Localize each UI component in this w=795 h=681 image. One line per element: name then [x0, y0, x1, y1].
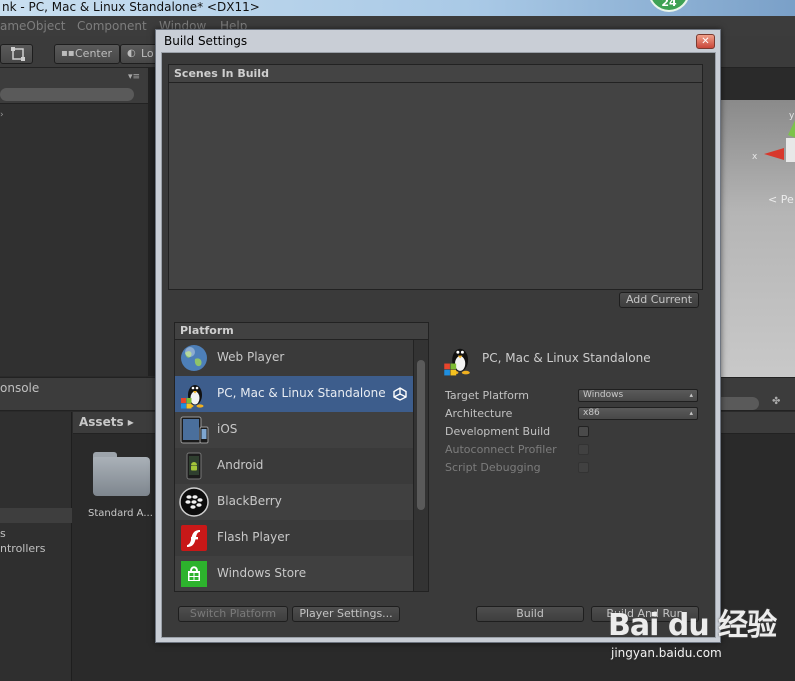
development-build-checkbox[interactable]	[578, 426, 589, 437]
platform-item-blackberry[interactable]: BlackBerry	[175, 484, 413, 520]
hierarchy-search-input[interactable]	[0, 88, 134, 101]
folder-icon[interactable]	[93, 452, 150, 496]
watermark-url: jingyan.baidu.com	[611, 646, 722, 660]
svg-text:x: x	[752, 152, 758, 162]
platform-header: Platform	[174, 322, 429, 339]
watermark-brand: Bai du 经验	[608, 608, 777, 643]
switch-platform-button: Switch Platform	[178, 606, 288, 622]
hierarchy-menu-icon[interactable]: ▾≡	[128, 72, 140, 82]
pivot-label: Center	[75, 47, 113, 60]
project-filter-icon[interactable]: ✤	[772, 396, 780, 407]
platform-label: Windows Store	[217, 566, 307, 580]
scrollbar-thumb[interactable]	[417, 360, 425, 510]
platform-list-scrollbar[interactable]	[414, 339, 429, 592]
flash-icon	[181, 525, 207, 551]
project-tree-item[interactable]: s	[0, 527, 6, 540]
project-tree-item-controllers[interactable]: ntrollers	[0, 542, 45, 555]
rotation-label: Lo	[141, 47, 154, 60]
architecture-value: x86	[583, 408, 600, 418]
pivot-icon: ▪▪	[61, 48, 75, 59]
rect-tool-icon	[11, 47, 25, 61]
autoconnect-profiler-checkbox	[578, 444, 589, 455]
platform-label: iOS	[217, 422, 238, 436]
add-current-button[interactable]: Add Current	[619, 292, 699, 308]
platform-list: Web Player PC, Mac & Linux Standalone iO…	[174, 339, 414, 592]
svg-text:y: y	[789, 111, 795, 121]
scene-view[interactable]: y x	[714, 100, 795, 380]
menu-component[interactable]: Component	[77, 19, 147, 33]
close-icon: ✕	[701, 36, 710, 47]
tux-icon	[181, 385, 204, 409]
script-debugging-checkbox	[578, 462, 589, 473]
platform-label: Flash Player	[217, 530, 290, 544]
target-platform-label: Target Platform	[445, 389, 529, 402]
menu-gameobject[interactable]: ameObject	[0, 19, 66, 33]
window-title: nk - PC, Mac & Linux Standalone* <DX11>	[2, 0, 260, 14]
script-debugging-label: Script Debugging	[445, 461, 541, 474]
android-icon	[186, 452, 202, 480]
ipad-icon	[180, 416, 209, 444]
platform-item-flash-player[interactable]: Flash Player	[175, 520, 413, 556]
globe-icon	[181, 345, 207, 371]
baidu-watermark: Bai du 经验 jingyan.baidu.com	[608, 600, 795, 670]
selected-platform-title: PC, Mac & Linux Standalone	[482, 351, 651, 365]
hierarchy-panel: ›	[0, 104, 148, 376]
scene-persp-label[interactable]: < Pe	[768, 193, 794, 206]
platform-item-ios[interactable]: iOS	[175, 412, 413, 448]
development-build-label: Development Build	[445, 425, 551, 438]
pivot-center-button[interactable]: ▪▪ Center	[54, 44, 120, 64]
build-settings-dialog: Build Settings ✕ Scenes In Build Add Cur…	[155, 29, 721, 643]
folder-label: Standard A...	[88, 508, 153, 519]
blackberry-icon	[179, 487, 209, 517]
autoconnect-profiler-label: Autoconnect Profiler	[445, 443, 557, 456]
target-platform-value: Windows	[583, 390, 624, 400]
platform-label: Android	[217, 458, 264, 472]
platform-item-windows-store[interactable]: Windows Store	[175, 556, 413, 591]
hierarchy-item-marker: ›	[0, 110, 4, 120]
tux-icon	[444, 348, 470, 376]
rotation-icon: ◐	[127, 48, 136, 59]
dropdown-arrows-icon: ▴	[689, 409, 693, 417]
dropdown-arrows-icon: ▴	[689, 391, 693, 399]
platform-label: PC, Mac & Linux Standalone	[217, 386, 386, 400]
platform-label: BlackBerry	[217, 494, 282, 508]
scenes-in-build-header: Scenes In Build	[168, 64, 703, 82]
unity-current-platform-icon	[393, 387, 407, 401]
scene-gizmo-icon[interactable]: y x	[714, 100, 795, 180]
dialog-title: Build Settings	[164, 34, 248, 48]
platform-label: Web Player	[217, 350, 285, 364]
pivot-rotation-button[interactable]: ◐ Lo	[120, 44, 160, 64]
architecture-label: Architecture	[445, 407, 513, 420]
architecture-dropdown[interactable]: x86 ▴	[578, 407, 698, 420]
windows-store-icon	[181, 561, 207, 587]
player-settings-button[interactable]: Player Settings...	[292, 606, 400, 622]
assets-breadcrumb[interactable]: Assets ▸	[79, 415, 134, 429]
rect-tool-button[interactable]	[0, 44, 33, 64]
tab-console[interactable]: onsole	[0, 381, 39, 395]
platform-item-web-player[interactable]: Web Player	[175, 340, 413, 376]
platform-item-pc-mac-linux[interactable]: PC, Mac & Linux Standalone	[175, 376, 413, 412]
project-search-input[interactable]	[715, 397, 759, 410]
project-tree-selection[interactable]	[0, 508, 72, 523]
build-button[interactable]: Build	[476, 606, 584, 622]
target-platform-dropdown[interactable]: Windows ▴	[578, 389, 698, 402]
close-button[interactable]: ✕	[696, 34, 715, 49]
platform-item-android[interactable]: Android	[175, 448, 413, 484]
scenes-in-build-list[interactable]	[168, 82, 703, 290]
